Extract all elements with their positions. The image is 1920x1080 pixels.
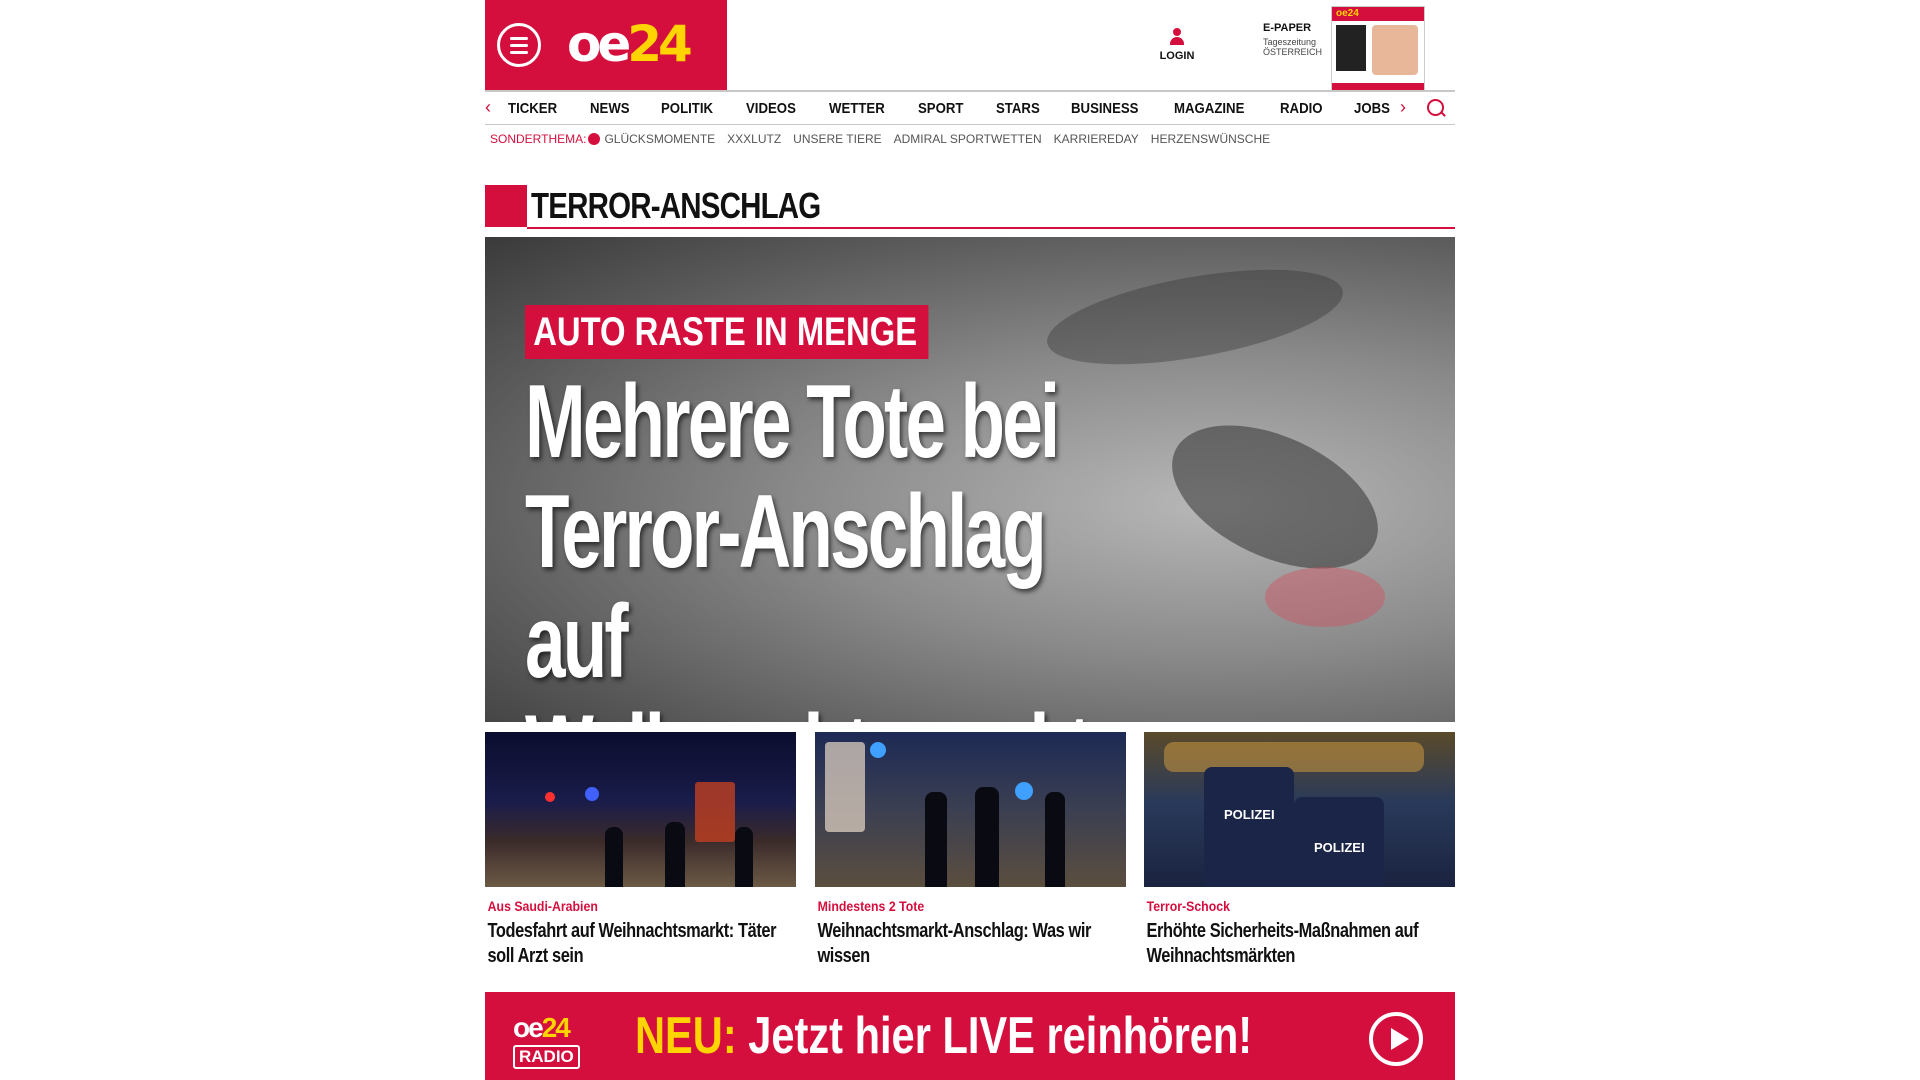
page: oe24 LOGIN E-PAPER Tageszeitung ÖSTERREI…	[485, 0, 1455, 1080]
section-header: TERROR-ANSCHLAG	[485, 185, 1455, 229]
teaser-image[interactable]	[815, 732, 1126, 887]
teaser-kicker: Terror-Schock	[1146, 898, 1230, 914]
teaser-image[interactable]	[485, 732, 796, 887]
epaper-link[interactable]: E-PAPER Tageszeitung ÖSTERREICH	[1263, 22, 1327, 57]
subnav-item[interactable]: GLÜCKSMOMENTE	[604, 132, 715, 146]
radio-logo-label: RADIO	[513, 1045, 580, 1069]
teaser-card[interactable]: Aus Saudi-Arabien Todesfahrt auf Weihnac…	[485, 732, 796, 969]
login-label: LOGIN	[1159, 50, 1195, 62]
teaser-kicker: Aus Saudi-Arabien	[487, 898, 598, 914]
nav-item-news[interactable]: NEWS	[590, 92, 630, 125]
subnav: SONDERTHEMA: GLÜCKSMOMENTE XXXLUTZ UNSERE …	[490, 131, 1282, 147]
teaser-card[interactable]: POLIZEI POLIZEI Terror-Schock Erhöhte Si…	[1144, 732, 1455, 969]
radio-banner[interactable]: oe24 RADIO NEU: Jetzt hier LIVE reinhöre…	[485, 992, 1455, 1080]
oe24-logo[interactable]: oe24	[567, 14, 693, 74]
subnav-item[interactable]: KARRIEREDAY	[1054, 132, 1139, 146]
teaser-title[interactable]: Erhöhte Sicherheits-Maßnahmen auf Weihna…	[1144, 919, 1450, 969]
nav-item-politik[interactable]: POLITIK	[661, 92, 713, 125]
nav-item-sport[interactable]: SPORT	[918, 92, 963, 125]
epaper-title: E-PAPER	[1263, 22, 1312, 34]
search-icon[interactable]	[1427, 99, 1444, 116]
epaper-cover-image[interactable]: oe24	[1331, 6, 1425, 92]
teaser-image[interactable]: POLIZEI POLIZEI	[1144, 732, 1455, 887]
cover-masthead: oe24	[1332, 7, 1424, 21]
radio-logo: oe24 RADIO	[513, 1014, 603, 1069]
hero-article[interactable]: AUTO RASTE IN MENGE Mehrere Tote bei Ter…	[485, 237, 1455, 722]
main-nav: ‹ TICKER NEWS POLITIK VIDEOS WETTER SPORT STAR…	[485, 90, 1455, 125]
hero-headline[interactable]: Mehrere Tote bei Terror-Anschlag auf Wei…	[525, 367, 1155, 722]
teaser-card[interactable]: Mindestens 2 Tote Weihnachtsmarkt-Anschl…	[815, 732, 1126, 969]
section-title[interactable]: TERROR-ANSCHLAG	[531, 187, 821, 225]
section-marker	[485, 185, 527, 227]
nav-prev-arrow-icon[interactable]: ‹	[485, 97, 491, 118]
nav-item-stars[interactable]: STARS	[996, 92, 1040, 125]
radio-banner-text: NEU: Jetzt hier LIVE reinhören!	[635, 1008, 1252, 1064]
subnav-item[interactable]: HERZENSWÜNSCHE	[1151, 132, 1270, 146]
nav-item-ticker[interactable]: TICKER	[508, 92, 557, 125]
heart-icon	[588, 133, 601, 145]
nav-item-magazine[interactable]: MAGAZINE	[1174, 92, 1244, 125]
user-icon	[1170, 28, 1184, 46]
subnav-item[interactable]: UNSERE TIERE	[793, 132, 881, 146]
police-badge: POLIZEI	[1224, 807, 1275, 822]
play-icon[interactable]	[1369, 1012, 1423, 1066]
police-badge: POLIZEI	[1314, 840, 1365, 855]
hamburger-menu-icon[interactable]	[497, 23, 541, 67]
teaser-kicker: Mindestens 2 Tote	[817, 898, 925, 914]
section-underline	[527, 227, 1455, 229]
subnav-item[interactable]: XXXLUTZ	[727, 132, 781, 146]
login-button[interactable]: LOGIN	[1155, 28, 1199, 62]
nav-item-business[interactable]: BUSINESS	[1071, 92, 1138, 125]
radio-neu-label: NEU:	[635, 1007, 737, 1065]
teaser-title[interactable]: Weihnachtsmarkt-Anschlag: Was wir wissen	[815, 919, 1121, 969]
subnav-item[interactable]: ADMIRAL SPORTWETTEN	[894, 132, 1042, 146]
nav-list: TICKER NEWS POLITIK VIDEOS WETTER SPORT STARS B…	[508, 92, 1421, 125]
teaser-row: Aus Saudi-Arabien Todesfahrt auf Weihnac…	[485, 732, 1455, 967]
subnav-label: SONDERTHEMA:	[490, 132, 587, 146]
nav-item-wetter[interactable]: WETTER	[829, 92, 885, 125]
hero-kicker: AUTO RASTE IN MENGE	[525, 305, 929, 359]
epaper-line2: ÖSTERREICH	[1263, 47, 1323, 57]
nav-item-jobs[interactable]: JOBS	[1354, 92, 1390, 125]
nav-next-arrow-icon[interactable]: ›	[1400, 97, 1406, 118]
nav-item-videos[interactable]: VIDEOS	[746, 92, 796, 125]
teaser-title[interactable]: Todesfahrt auf Weihnachtsmarkt: Täter so…	[485, 919, 791, 969]
nav-item-radio[interactable]: RADIO	[1280, 92, 1323, 125]
epaper-line1: Tageszeitung	[1263, 37, 1317, 47]
radio-cta: Jetzt hier LIVE reinhören!	[748, 1007, 1253, 1065]
logo-block: oe24	[485, 0, 727, 90]
